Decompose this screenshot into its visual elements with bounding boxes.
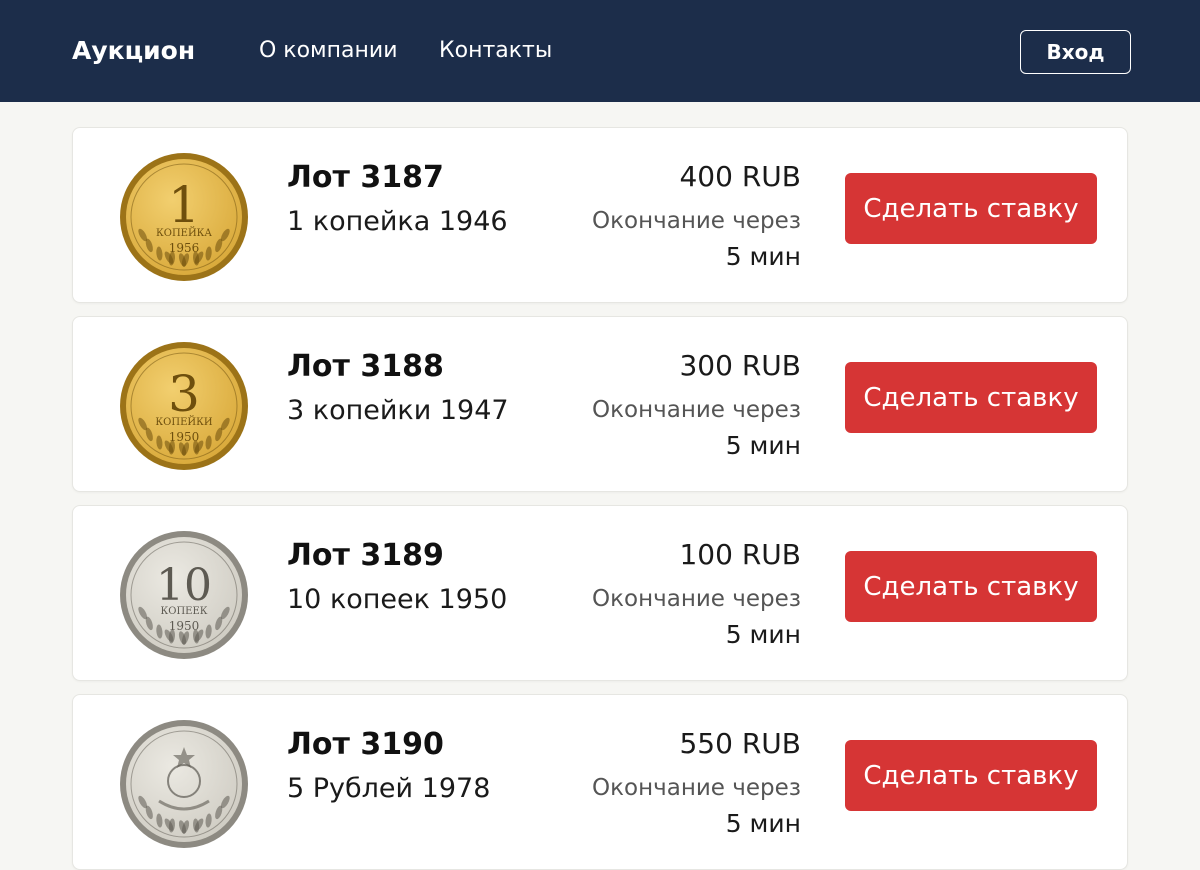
coin-denomination: 3	[168, 365, 200, 423]
place-bid-button[interactable]: Сделать ставку	[845, 362, 1097, 433]
lot-price: 400 RUB	[679, 160, 801, 193]
coin-gold-icon: 1КОПЕЙКА 1956	[120, 153, 248, 281]
brand-logo[interactable]: Аукцион	[72, 36, 195, 65]
coin-gold-icon: 3КОПЕЙКИ 1950	[120, 342, 248, 470]
lot-name: 5 Рублей 1978	[287, 773, 491, 804]
lot-title: Лот 3188	[287, 349, 444, 384]
lot-name: 10 копеек 1950	[287, 584, 508, 615]
coin-image: 3 КОПЕЙКИ 1950	[119, 341, 249, 471]
lot-ends-label: Окончание через	[592, 586, 801, 612]
login-button[interactable]: Вход	[1020, 30, 1131, 74]
lot-card: 1 КОПЕЙКА 1956 Лот 3187 1 копейка 1946 400…	[72, 127, 1128, 303]
coin-year: 1950	[169, 619, 200, 633]
coin-word: КОПЕЙКИ	[155, 416, 212, 428]
place-bid-button[interactable]: Сделать ставку	[845, 173, 1097, 244]
coin-year: 1956	[169, 241, 200, 255]
lot-title: Лот 3190	[287, 727, 444, 762]
nav-link-contacts[interactable]: Контакты	[439, 38, 552, 63]
top-navbar: Аукцион О компании Контакты Вход	[0, 0, 1200, 102]
lot-name: 3 копейки 1947	[287, 395, 509, 426]
lot-name: 1 копейка 1946	[287, 206, 508, 237]
coin-denomination: 10	[156, 560, 212, 611]
lot-price: 300 RUB	[679, 349, 801, 382]
coin-image	[119, 719, 249, 849]
coin-word: КОПЕЙКА	[156, 227, 212, 239]
coin-silver-icon: 10КОПЕЕК 1950	[120, 531, 248, 659]
lot-card: 3 КОПЕЙКИ 1950 Лот 3188 3 копейки 1947 300…	[72, 316, 1128, 492]
lot-price: 550 RUB	[679, 727, 801, 760]
nav-link-about[interactable]: О компании	[259, 38, 398, 63]
coin-year: 1950	[169, 430, 200, 444]
lot-ends-label: Окончание через	[592, 397, 801, 423]
place-bid-button[interactable]: Сделать ставку	[845, 551, 1097, 622]
lot-time-left: 5 мин	[725, 620, 801, 649]
coin-image: 10 КОПЕЕК 1950	[119, 530, 249, 660]
coin-silver-icon	[120, 720, 248, 848]
lot-title: Лот 3189	[287, 538, 444, 573]
coin-image: 1 КОПЕЙКА 1956	[119, 152, 249, 282]
lot-card: 10 КОПЕЕК 1950 Лот 3189 10 копеек 1950 100…	[72, 505, 1128, 681]
coin-word: КОПЕЕК	[161, 606, 208, 617]
lot-price: 100 RUB	[679, 538, 801, 571]
lot-time-left: 5 мин	[725, 242, 801, 271]
lot-ends-label: Окончание через	[592, 208, 801, 234]
lot-card: Лот 3190 5 Рублей 1978 550 RUB Окончание…	[72, 694, 1128, 870]
lot-title: Лот 3187	[287, 160, 444, 195]
lot-ends-label: Окончание через	[592, 775, 801, 801]
lot-time-left: 5 мин	[725, 431, 801, 460]
lot-time-left: 5 мин	[725, 809, 801, 838]
place-bid-button[interactable]: Сделать ставку	[845, 740, 1097, 811]
coin-denomination: 1	[168, 176, 200, 234]
